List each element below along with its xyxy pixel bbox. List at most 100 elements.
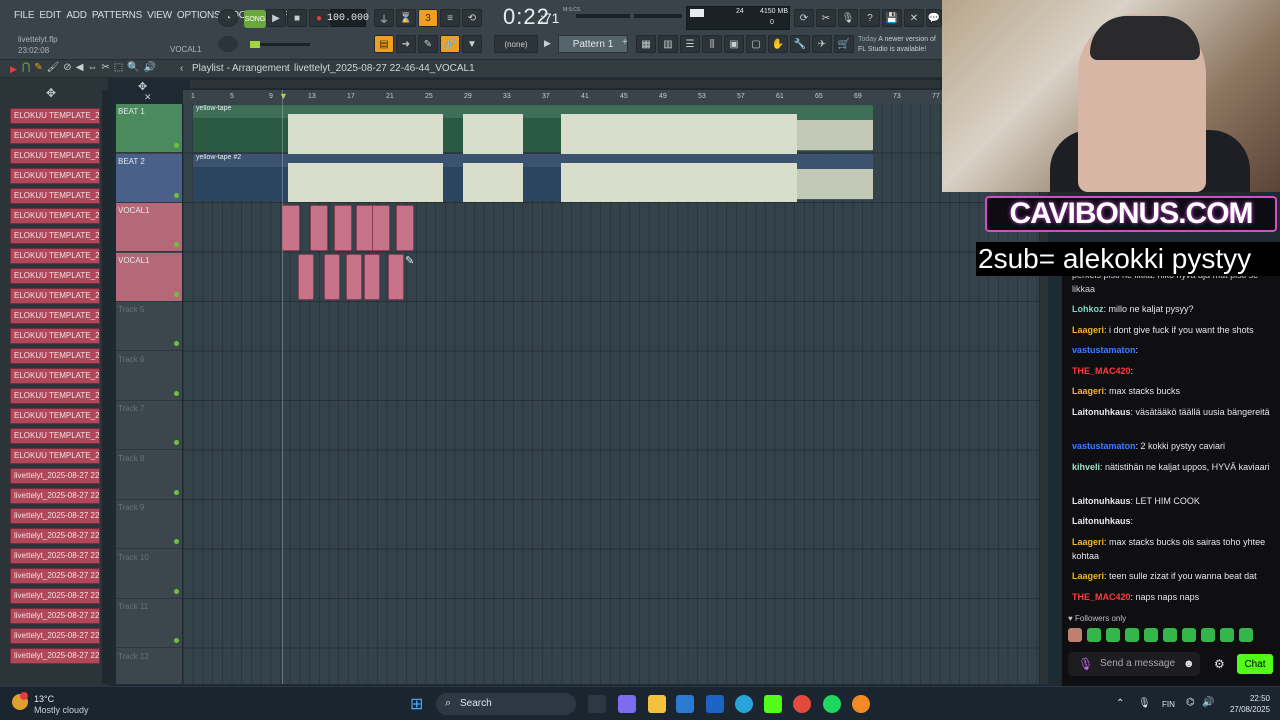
blend-notes-button[interactable]: ≡ — [440, 9, 460, 27]
playhead-marker-icon[interactable]: ▼ — [279, 91, 288, 101]
play-button[interactable]: ▶ — [266, 9, 286, 27]
master-pitch-slider[interactable] — [576, 14, 630, 18]
fl-studio-icon[interactable] — [852, 695, 870, 713]
zoom-tool-icon[interactable]: 🔍 — [127, 62, 139, 73]
chat-username[interactable]: Laageri — [1072, 571, 1104, 581]
piano-roll-button[interactable]: ▥ — [658, 35, 678, 53]
browser-item[interactable]: livettelyt_2025-08-27 22... — [10, 588, 100, 604]
script-button[interactable]: ✈ — [812, 35, 832, 53]
slip-tool-icon[interactable]: ⇔ — [87, 62, 97, 73]
song-mode-button[interactable]: SONG — [244, 10, 266, 28]
chat-send-button[interactable]: Chat — [1237, 654, 1273, 674]
track-active-led[interactable] — [174, 242, 179, 247]
vocal-clip-b-2[interactable] — [324, 254, 340, 300]
emote-icon[interactable] — [1087, 628, 1101, 642]
save-button[interactable]: 💾 — [882, 9, 902, 27]
chat-username[interactable]: Laitonuhkaus — [1072, 407, 1131, 417]
browser-item[interactable]: ELOKUU TEMPLATE_2025-... — [10, 208, 100, 224]
vocal-clip-a-2[interactable] — [310, 205, 328, 251]
track-active-led[interactable] — [174, 588, 179, 594]
vocal-clip-a-5[interactable] — [372, 205, 390, 251]
weather-description[interactable]: Mostly cloudy — [34, 705, 89, 715]
project-browser-button[interactable]: ▢ — [746, 35, 766, 53]
tray-chevron-icon[interactable]: ⌃ — [1116, 698, 1124, 709]
record-button[interactable]: ● — [309, 9, 329, 27]
task-view-icon[interactable] — [588, 695, 606, 713]
chat-username[interactable]: THE_MAC420 — [1072, 592, 1131, 602]
undo-button[interactable]: ⟳ — [794, 9, 814, 27]
browser-item[interactable]: ELOKUU TEMPLATE_2025-... — [10, 348, 100, 364]
browser-item[interactable]: ELOKUU TEMPLATE_2025-... — [10, 148, 100, 164]
menu-patterns[interactable]: PATTERNS — [92, 10, 142, 21]
add-pattern-icon[interactable]: + — [622, 37, 628, 48]
playlist-view-button[interactable]: ▤ — [374, 35, 394, 53]
browser-item[interactable]: ELOKUU TEMPLATE_2025-... — [10, 368, 100, 384]
settings-gear-icon[interactable]: ⚙ — [1214, 657, 1225, 671]
vocal-clip-b-3[interactable] — [346, 254, 362, 300]
clock-date[interactable]: 27/08/2025 — [1226, 705, 1270, 714]
snap-select[interactable]: (none) — [494, 35, 538, 53]
vocal-clip-b-5[interactable] — [388, 254, 404, 300]
track-header[interactable]: Track 10 — [116, 550, 182, 599]
track-header[interactable]: Track 5 — [116, 302, 182, 351]
menu-edit[interactable]: EDIT — [39, 10, 61, 21]
magnet-icon[interactable]: ⋂ — [22, 62, 30, 73]
kick-app-icon[interactable] — [764, 695, 782, 713]
chat-username[interactable]: vastustamaton — [1072, 345, 1136, 355]
vocal-clip-b-4[interactable] — [364, 254, 380, 300]
network-icon[interactable]: ⌬ — [1186, 697, 1195, 708]
browser-item[interactable]: ELOKUU TEMPLATE_2025-... — [10, 448, 100, 464]
track-active-led[interactable] — [174, 291, 179, 297]
browser-item[interactable]: livettelyt_2025-08-27 22... — [10, 548, 100, 564]
slice-tool-icon[interactable]: ✂ — [101, 62, 109, 73]
stamp-tool-button[interactable]: ▼ — [462, 35, 482, 53]
track-header[interactable]: BEAT 2 — [116, 153, 182, 203]
browser-item[interactable]: ELOKUU TEMPLATE_2025-... — [10, 188, 100, 204]
news-panel[interactable]: Today A newer version of FL Studio is av… — [858, 35, 942, 55]
browser-item[interactable]: ELOKUU TEMPLATE_2025-... — [10, 268, 100, 284]
mic-button[interactable]: 🎙 — [838, 9, 858, 27]
select-tool-icon[interactable]: ⬚ — [114, 62, 123, 73]
browser-item[interactable]: ELOKUU TEMPLATE_2025-... — [10, 168, 100, 184]
shop-button[interactable]: 🛒 — [834, 35, 854, 53]
track-header[interactable]: Track 8 — [116, 451, 182, 500]
tray-mic-icon[interactable]: 🎙 — [1138, 698, 1151, 709]
countdown-button[interactable]: 3 — [418, 9, 438, 27]
arrow-tool-button[interactable]: ➜ — [396, 35, 416, 53]
browser-item[interactable]: ELOKUU TEMPLATE_2025-... — [10, 308, 100, 324]
stop-button[interactable]: ■ — [287, 9, 307, 27]
brush-tool-icon[interactable]: 🖌 — [47, 62, 60, 73]
vocal-clip-a-1[interactable] — [282, 205, 300, 251]
emote-icon[interactable] — [1068, 628, 1082, 642]
mute-tool-icon[interactable]: ◀ — [76, 62, 84, 73]
timeline-ruler[interactable]: 1 5 9 13 17 21 25 29 33 37 41 45 49 53 57 61 65 69 73 77 — [183, 90, 943, 104]
emote-icon[interactable] — [1182, 628, 1196, 642]
loop-record-button[interactable]: ⟲ — [462, 9, 482, 27]
browser-item[interactable]: livettelyt_2025-08-27 22... — [10, 648, 100, 664]
chat-username[interactable]: Laitonuhkaus — [1072, 496, 1131, 506]
draw-tool-button[interactable]: ✎ — [418, 35, 438, 53]
browser-item[interactable]: ELOKUU TEMPLATE_2025-... — [10, 228, 100, 244]
wait-input-button[interactable]: ⌛ — [396, 9, 416, 27]
touch-controller-button[interactable]: ✋ — [768, 35, 788, 53]
browser-item[interactable]: ELOKUU TEMPLATE_2025-... — [10, 428, 100, 444]
vocal-clip-a-3[interactable] — [334, 205, 352, 251]
keyboard-language[interactable]: FIN — [1162, 700, 1175, 709]
chat-bubble-button[interactable]: 💬 — [926, 9, 942, 27]
pat-song-toggle[interactable]: ◔ — [218, 9, 238, 27]
menu-add[interactable]: ADD — [66, 10, 87, 21]
browser-scrollbar[interactable] — [102, 90, 108, 684]
emote-icon[interactable] — [1220, 628, 1234, 642]
chat-username[interactable]: Laageri — [1072, 537, 1104, 547]
chat-username[interactable]: Laitonuhkaus — [1072, 516, 1131, 526]
browser-item[interactable]: ELOKUU TEMPLATE_2025-... — [10, 408, 100, 424]
emote-icon[interactable] — [1106, 628, 1120, 642]
browser-item[interactable]: livettelyt_2025-08-27 22... — [10, 608, 100, 624]
cut-button[interactable]: ✂ — [816, 9, 836, 27]
browser-item[interactable]: livettelyt_2025-08-27 22... — [10, 508, 100, 524]
copilot-icon[interactable] — [618, 695, 636, 713]
emoji-icon[interactable]: ☻ — [1183, 658, 1195, 670]
browser-item[interactable]: ELOKUU TEMPLATE_2025-... — [10, 288, 100, 304]
close-project-button[interactable]: ✕ — [904, 9, 924, 27]
chat-username[interactable]: vastustamaton — [1072, 441, 1136, 451]
